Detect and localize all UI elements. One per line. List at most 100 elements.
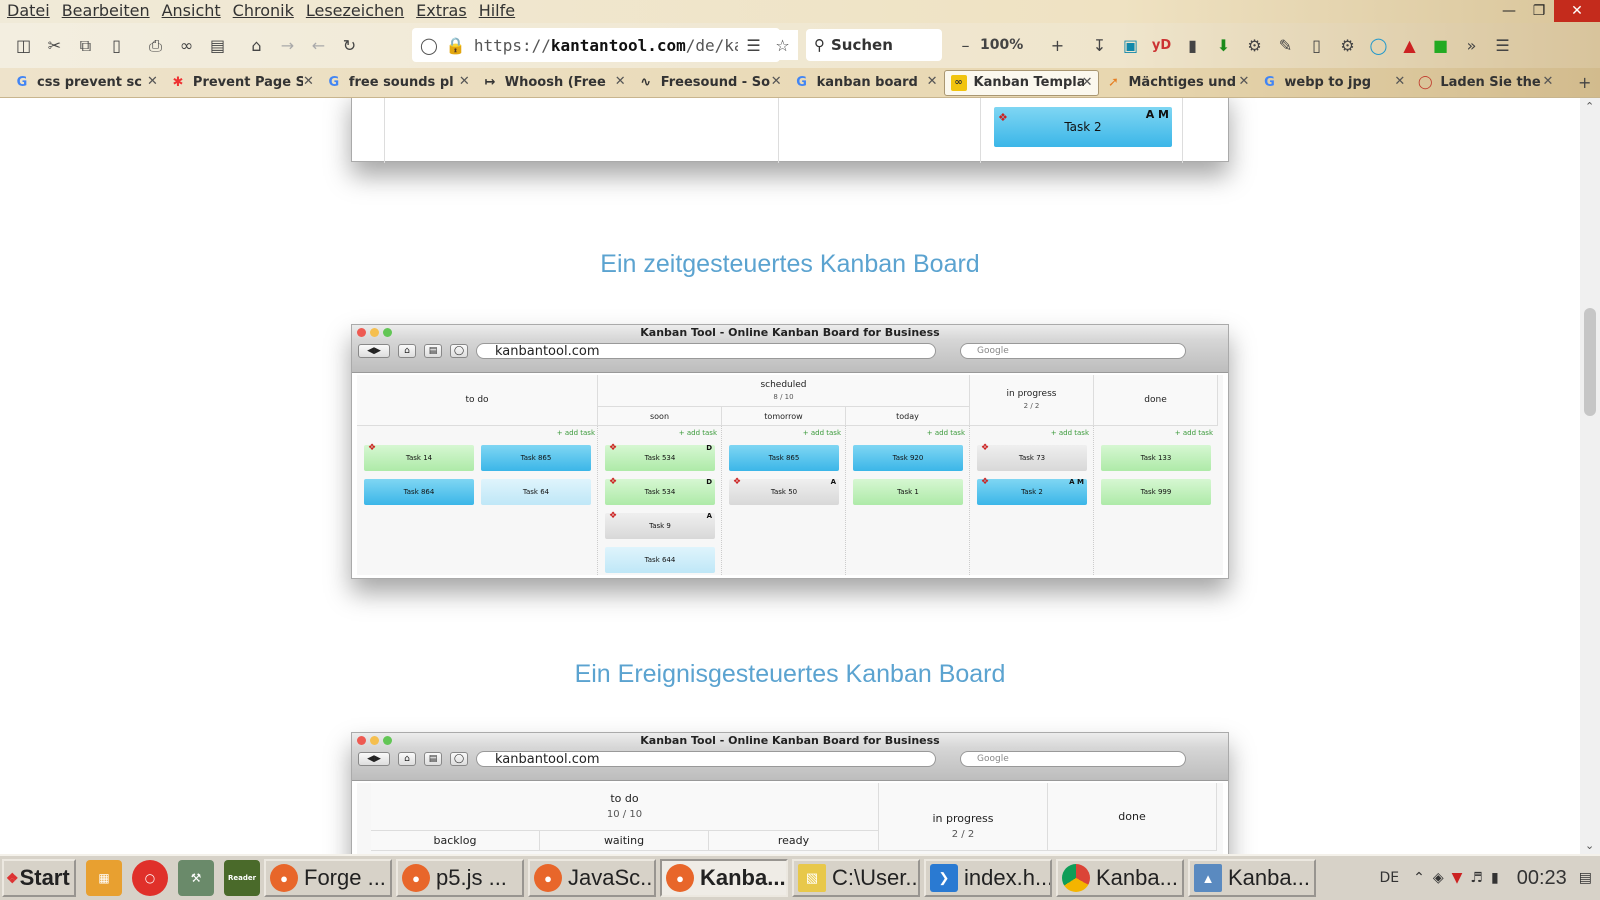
tab-active[interactable]: ∞ Kanban Templa ✕ [943, 69, 1100, 96]
add-task-link[interactable]: + add task [753, 429, 841, 437]
taskbar-task[interactable]: ● p5.js ... [396, 859, 524, 897]
task-card[interactable]: ❖ Task 73 [977, 443, 1087, 471]
task-card[interactable]: ❖ D Task 534 [605, 477, 715, 505]
extension-grey-icon[interactable]: ▮ [1177, 30, 1208, 60]
yandex-dictionary-icon[interactable]: yD [1146, 30, 1177, 60]
zoom-in-icon[interactable]: + [1042, 30, 1073, 60]
add-task-link[interactable]: + add task [629, 429, 717, 437]
task-card[interactable]: Task 864 [364, 479, 474, 505]
taskbar-task[interactable]: ▲ Kanba... [1188, 859, 1316, 897]
tab[interactable]: ➚ Mächtiges und ✕ [1099, 70, 1255, 96]
zoom-out-icon[interactable]: – [950, 30, 981, 60]
tab-close-icon[interactable]: ✕ [771, 74, 782, 89]
search-box[interactable]: ⚲ Suchen [806, 29, 942, 61]
tab-close-icon[interactable]: ✕ [1082, 75, 1093, 90]
vertical-scrollbar[interactable]: ⌃ ⌄ [1580, 98, 1600, 854]
tray-desktop-icon[interactable]: ▤ [1579, 870, 1592, 886]
tab-close-icon[interactable]: ✕ [1394, 74, 1405, 89]
add-task-link[interactable]: + add task [1125, 429, 1213, 437]
menu-bearbeiten[interactable]: Bearbeiten [55, 0, 155, 20]
scrollbar-thumb[interactable] [1584, 308, 1596, 416]
reader-view-icon[interactable]: ☰ [738, 30, 769, 60]
task-card[interactable]: ❖ D Task 534 [605, 443, 715, 471]
quicklaunch-app-icon[interactable]: ▦ [86, 860, 122, 896]
taskbar-task-active[interactable]: ● Kanba... [660, 859, 788, 897]
tray-volume-icon[interactable]: ♬ [1470, 870, 1483, 886]
forward-icon[interactable]: → [272, 31, 303, 61]
task-card[interactable]: ❖ Task 14 [364, 443, 474, 471]
ublock-icon[interactable]: ▲ [1394, 30, 1425, 60]
tray-power-icon[interactable]: ▮ [1491, 870, 1499, 886]
new-window-icon[interactable]: ◫ [8, 31, 39, 61]
task-card[interactable]: Task 920 [853, 445, 963, 471]
overflow-chevron-icon[interactable]: » [1456, 30, 1487, 60]
quicklaunch-tools-icon[interactable]: ⚒ [178, 860, 214, 896]
hamburger-menu-icon[interactable]: ☰ [1487, 30, 1518, 60]
home-icon[interactable]: ⌂ [241, 31, 272, 61]
menu-hilfe[interactable]: Hilfe [472, 0, 520, 20]
quicklaunch-paw-icon[interactable]: ○ [132, 860, 168, 896]
back-icon[interactable]: ← [303, 31, 334, 61]
tab[interactable]: ✱ Prevent Page S ✕ [164, 70, 320, 96]
task-card[interactable]: ❖ A M Task 2 [994, 107, 1172, 147]
bookmark-star-icon[interactable]: ☆ [767, 30, 798, 60]
download-green-icon[interactable]: ⬇ [1208, 30, 1239, 60]
taskbar-task[interactable]: ● JavaSc... [528, 859, 656, 897]
lock-icon[interactable]: 🔒 [446, 36, 466, 55]
start-button[interactable]: ❖ Start [2, 859, 76, 897]
taskbar-task[interactable]: ▧ C:\User... [792, 859, 920, 897]
download-icon[interactable]: ↧ [1084, 30, 1115, 60]
tray-network-icon[interactable]: ◈ [1433, 870, 1444, 886]
sidebar-icon[interactable]: ▤ [202, 31, 233, 61]
reader-icon[interactable]: ∞ [171, 31, 202, 61]
tab-close-icon[interactable]: ✕ [1239, 74, 1250, 89]
task-card[interactable]: Task 644 [605, 547, 715, 573]
menu-extras[interactable]: Extras [409, 0, 472, 20]
language-indicator[interactable]: DE [1379, 870, 1399, 886]
copy-icon[interactable]: ⧉ [70, 31, 101, 61]
add-task-link[interactable]: + add task [507, 429, 595, 437]
task-card[interactable]: ❖ A Task 50 [729, 477, 839, 505]
settings-gear-icon[interactable]: ⚙ [1332, 30, 1363, 60]
extension-gears-icon[interactable]: ⚙ [1239, 30, 1270, 60]
close-icon[interactable]: ✕ [1554, 0, 1600, 22]
clock[interactable]: 00:23 [1517, 867, 1567, 890]
task-card[interactable]: Task 999 [1101, 479, 1211, 505]
tab[interactable]: Gwebp to jpg ✕ [1255, 70, 1411, 96]
task-card[interactable]: Task 1 [853, 479, 963, 505]
tab-close-icon[interactable]: ✕ [927, 74, 938, 89]
url-bar[interactable]: ◯ 🔒 https://kantantool.com/de/kan [412, 28, 780, 62]
extension-circle-icon[interactable]: ◯ [1363, 30, 1394, 60]
tab-close-icon[interactable]: ✕ [615, 74, 626, 89]
scroll-down-icon[interactable]: ⌄ [1585, 839, 1594, 852]
tab[interactable]: Gcss prevent sc ✕ [8, 70, 164, 96]
add-task-link[interactable]: + add task [877, 429, 965, 437]
taskbar-task[interactable]: ● Forge ... [264, 859, 392, 897]
taskbar-task[interactable]: ❯ index.h... [924, 859, 1052, 897]
minimize-icon[interactable]: — [1494, 0, 1524, 22]
print-icon[interactable]: ⎙ [140, 31, 171, 61]
tab[interactable]: ∿ Freesound - So ✕ [632, 70, 788, 96]
quicklaunch-reader-icon[interactable]: Reader [224, 860, 260, 896]
reload-icon[interactable]: ↻ [334, 31, 365, 61]
save-icon[interactable]: ▣ [1115, 30, 1146, 60]
tab[interactable]: ↦ Whoosh (Free ✕ [476, 70, 632, 96]
task-card[interactable]: Task 865 [729, 445, 839, 471]
menu-ansicht[interactable]: Ansicht [155, 0, 226, 20]
scroll-up-icon[interactable]: ⌃ [1585, 100, 1594, 113]
extension-pen-icon[interactable]: ✎ [1270, 30, 1301, 60]
tray-shield-icon[interactable]: ▼ [1452, 870, 1463, 886]
tab-close-icon[interactable]: ✕ [1542, 74, 1553, 89]
tab[interactable]: Gfree sounds pl ✕ [320, 70, 476, 96]
task-card[interactable]: Task 64 [481, 479, 591, 505]
tab-close-icon[interactable]: ✕ [459, 74, 470, 89]
extension-puzzle-icon[interactable]: ▯ [1301, 30, 1332, 60]
add-task-link[interactable]: + add task [1001, 429, 1089, 437]
menu-lesezeichen[interactable]: Lesezeichen [299, 0, 409, 20]
zoom-level[interactable]: 100% [980, 37, 1023, 53]
tab-close-icon[interactable]: ✕ [147, 74, 158, 89]
taskbar-task[interactable]: Kanba... [1056, 859, 1184, 897]
menu-chronik[interactable]: Chronik [226, 0, 299, 20]
tab[interactable]: ◯ Laden Sie the ✕ [1411, 70, 1559, 96]
menu-datei[interactable]: Datei [0, 0, 55, 20]
